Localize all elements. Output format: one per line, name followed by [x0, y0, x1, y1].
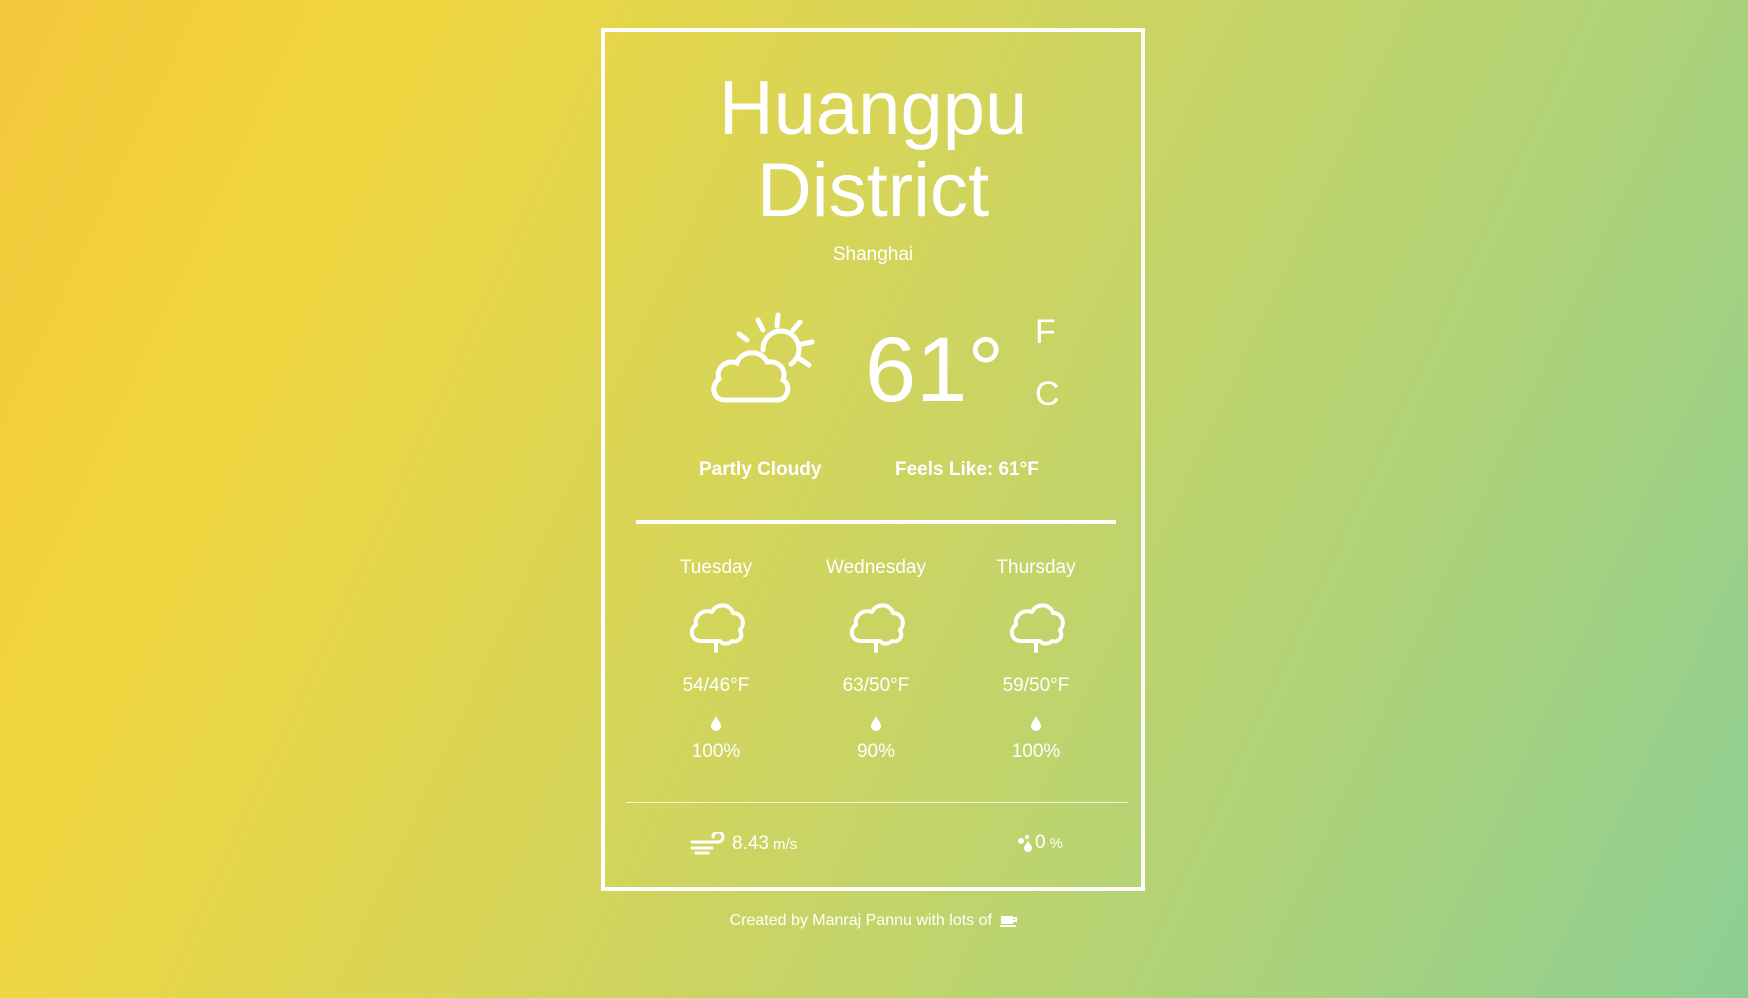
forecast-day-name: Wednesday	[826, 557, 926, 578]
rain-cloud-icon	[849, 603, 905, 653]
forecast-precip: 100%	[691, 741, 741, 762]
wind-speed: 8.43 m/s	[690, 832, 797, 856]
forecast-temp-range: 54/46°F	[682, 675, 750, 696]
raindrop-icon	[1031, 716, 1041, 731]
partly-cloudy-icon	[711, 312, 815, 403]
forecast-temp-range: 59/50°F	[1002, 675, 1070, 696]
wind-value: 8.43	[732, 833, 769, 854]
forecast-precip: 90%	[856, 741, 896, 762]
section-divider	[636, 520, 1116, 524]
feels-like: Feels Like: 61°F	[895, 459, 1039, 480]
wind-icon	[690, 832, 725, 855]
details-divider	[626, 802, 1128, 803]
humidity: 0 %	[1017, 832, 1063, 854]
forecast-day: Thursday 59/50°F 100%	[966, 557, 1106, 763]
rain-cloud-icon	[689, 603, 745, 653]
forecast-day: Tuesday 54/46°F 100%	[646, 557, 786, 763]
unit-fahrenheit-toggle[interactable]: F	[1035, 313, 1056, 352]
humidity-value: 0	[1035, 832, 1046, 853]
coffee-cup-icon	[1000, 915, 1018, 927]
raindrop-icon	[871, 716, 881, 731]
forecast-row: Tuesday 54/46°F 100% Wednesday 63/50°F 9…	[646, 557, 1106, 763]
humidity-icon	[1018, 835, 1032, 852]
forecast-precip: 100%	[1011, 741, 1061, 762]
city-line-1: Huangpu	[718, 66, 1028, 151]
city-line-2: District	[756, 148, 990, 233]
wind-unit: m/s	[772, 835, 798, 853]
rain-cloud-icon	[1009, 603, 1065, 653]
forecast-day-name: Tuesday	[679, 557, 753, 578]
region-label: Shanghai	[832, 244, 914, 265]
footer-credit: Created by Manraj Pannu with lots of	[0, 912, 1748, 930]
forecast-day: Wednesday 63/50°F 90%	[806, 557, 946, 763]
weather-card: Huangpu District Shanghai 61° F C Partly…	[601, 28, 1145, 891]
raindrop-icon	[711, 716, 721, 731]
forecast-temp-range: 63/50°F	[842, 675, 910, 696]
current-condition: Partly Cloudy	[699, 459, 822, 480]
city-title: Huangpu District	[605, 68, 1141, 232]
unit-celsius-toggle[interactable]: C	[1035, 375, 1060, 414]
forecast-day-name: Thursday	[996, 557, 1076, 578]
current-temperature: 61°	[865, 319, 1005, 421]
humidity-unit: %	[1049, 834, 1063, 852]
sun-rays	[736, 312, 815, 368]
footer-text: Created by Manraj Pannu with lots of	[729, 912, 992, 929]
